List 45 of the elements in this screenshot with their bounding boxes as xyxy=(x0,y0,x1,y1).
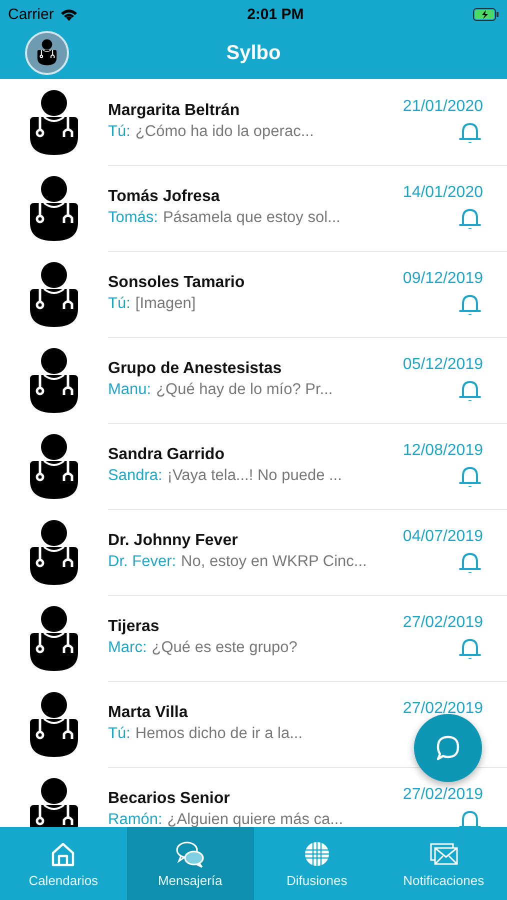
message-sender: Manu: xyxy=(108,381,152,399)
chat-name[interactable]: Becarios Senior xyxy=(108,790,403,808)
message-preview: Pásamela que estoy sol... xyxy=(162,209,340,227)
chat-date: 04/07/2019 xyxy=(402,528,483,546)
chat-date: 05/12/2019 xyxy=(402,356,483,374)
message-sender: Dr. Fever: xyxy=(108,553,176,571)
message-preview: [Imagen] xyxy=(135,295,196,313)
message-sender: Tú: xyxy=(108,123,130,141)
new-chat-button[interactable] xyxy=(414,714,482,782)
message-preview: Hemos dicho de ir a la... xyxy=(135,725,303,743)
wifi-icon xyxy=(60,8,78,20)
chat-name[interactable]: Margarita Beltrán xyxy=(108,102,403,120)
battery-icon xyxy=(472,8,499,20)
chat-name[interactable]: Marta Villa xyxy=(108,704,403,722)
message-preview: No, estoy en WKRP Cinc... xyxy=(181,553,367,571)
message-sender: Marc: xyxy=(108,639,147,657)
message-sender: Ramón: xyxy=(108,811,162,827)
chat-bubble-icon xyxy=(434,734,462,762)
message-sender: Sandra: xyxy=(108,467,162,485)
chat-date: 14/01/2020 xyxy=(402,184,483,202)
profile-avatar[interactable] xyxy=(25,31,69,75)
message-preview: ¿Qué es este grupo? xyxy=(152,639,298,657)
message-sender: Tomás: xyxy=(108,209,158,227)
message-sender: Tú: xyxy=(108,725,130,743)
chat-name[interactable]: Tomás Jofresa xyxy=(108,188,403,206)
chat-date: 27/02/2019 xyxy=(402,786,483,804)
clock-time: 2:01 PM xyxy=(247,6,304,22)
message-sender: Tú: xyxy=(108,295,130,313)
chat-bubbles-icon xyxy=(175,839,206,869)
app-title: Sylbo xyxy=(226,42,281,65)
message-preview: ¿Alguien quiere más ca... xyxy=(167,811,344,827)
chat-date: 27/02/2019 xyxy=(402,700,483,718)
chat-date: 21/01/2020 xyxy=(402,98,483,116)
chat-name[interactable]: Grupo de Anestesistas xyxy=(108,360,403,378)
chat-date: 09/12/2019 xyxy=(402,270,483,288)
carrier-name: Carrier xyxy=(8,6,54,22)
chat-name[interactable]: Tijeras xyxy=(108,618,403,636)
message-preview: ¿Qué hay de lo mío? Pr... xyxy=(156,381,333,399)
chat-date: 27/02/2019 xyxy=(402,614,483,632)
chat-name[interactable]: Dr. Johnny Fever xyxy=(108,532,403,550)
chat-name[interactable]: Sonsoles Tamario xyxy=(108,274,403,292)
chat-date: 12/08/2019 xyxy=(402,442,483,460)
chat-name[interactable]: Sandra Garrido xyxy=(108,446,403,464)
message-preview: ¡Vaya tela...! No puede ... xyxy=(167,467,342,485)
message-preview: ¿Cómo ha ido la operac... xyxy=(135,123,314,141)
